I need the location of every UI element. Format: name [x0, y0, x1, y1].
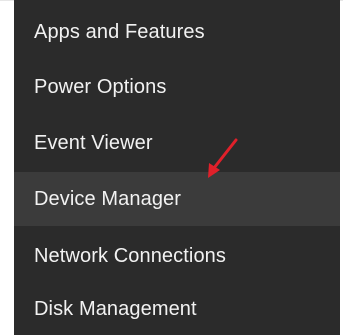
menu-item-label: Power Options: [34, 75, 167, 98]
menu-item-power-options[interactable]: Power Options: [14, 60, 340, 114]
menu-item-label: Apps and Features: [34, 20, 205, 43]
winx-context-menu: Apps and Features Power Options Event Vi…: [14, 0, 340, 335]
menu-item-device-manager[interactable]: Device Manager: [14, 172, 340, 226]
menu-item-label: Disk Management: [34, 297, 197, 320]
menu-item-disk-management[interactable]: Disk Management: [14, 282, 340, 336]
menu-item-label: Network Connections: [34, 244, 226, 267]
menu-item-apps-and-features[interactable]: Apps and Features: [14, 5, 340, 59]
menu-item-label: Event Viewer: [34, 131, 153, 154]
menu-item-network-connections[interactable]: Network Connections: [14, 229, 340, 283]
menu-item-label: Device Manager: [34, 187, 182, 210]
menu-item-event-viewer[interactable]: Event Viewer: [14, 116, 340, 170]
